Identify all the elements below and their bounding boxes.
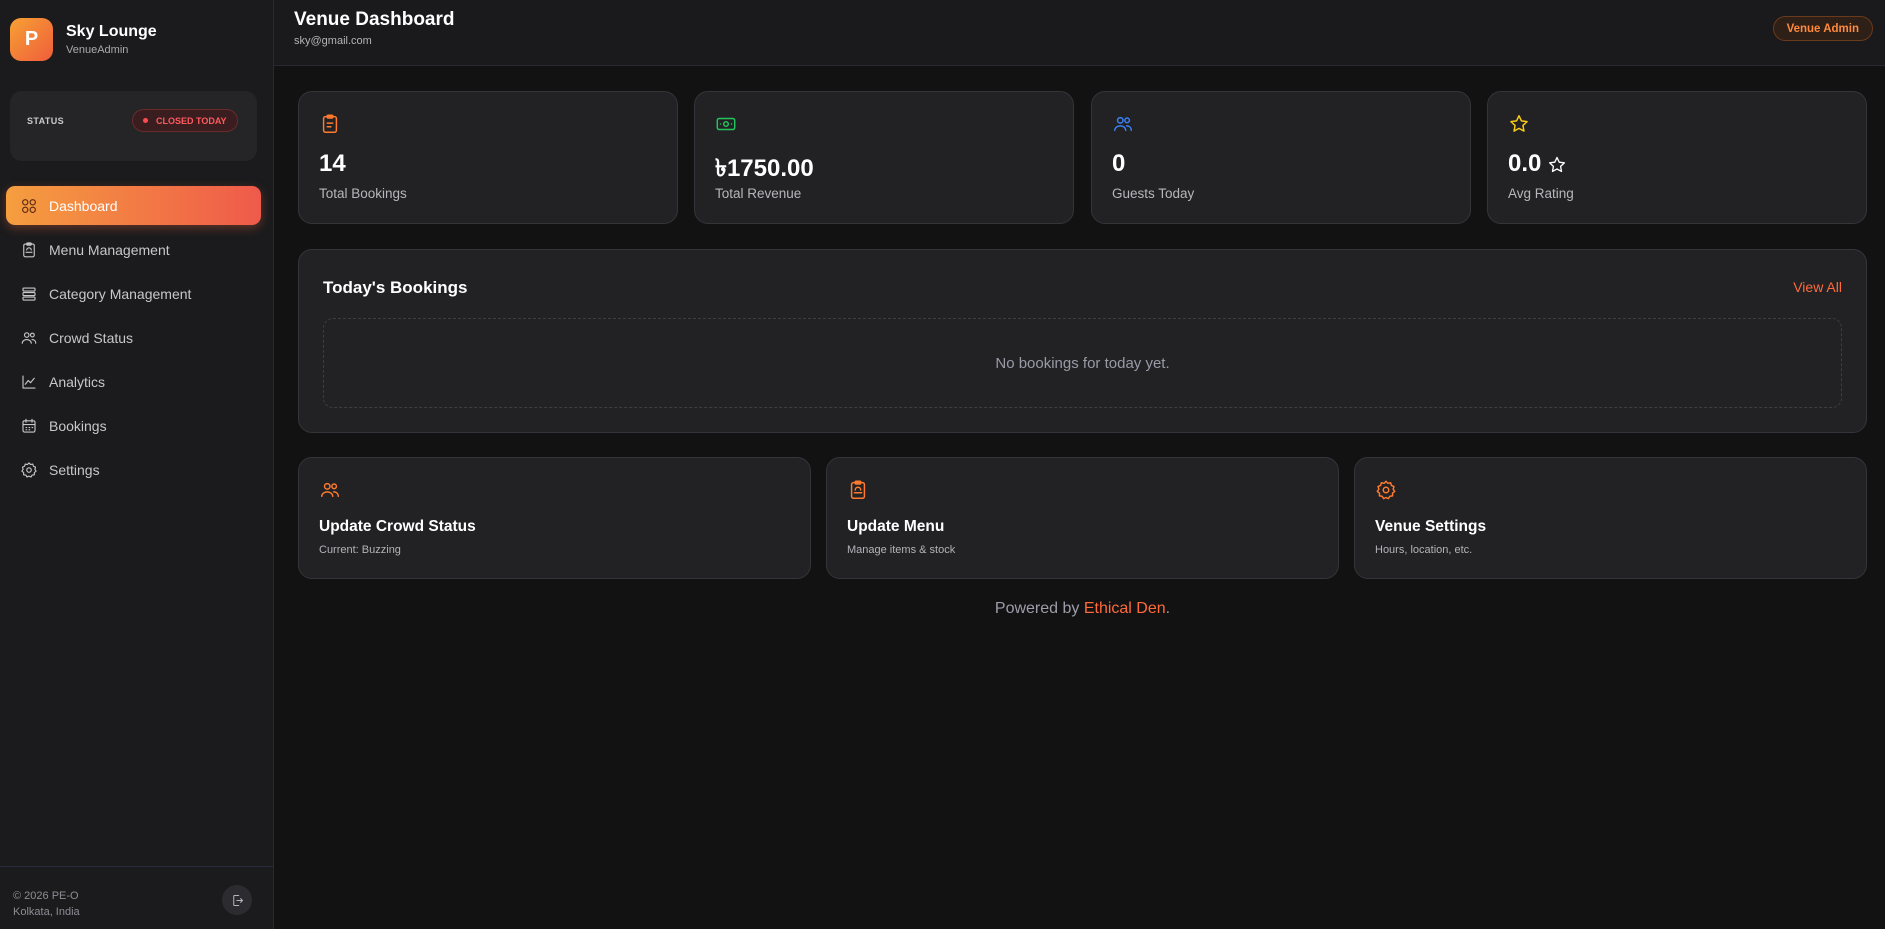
status-badge: CLOSED TODAY — [132, 109, 238, 132]
copyright-text: © 2026 PE-O — [13, 890, 79, 902]
location-text: Kolkata, India — [13, 906, 80, 918]
clipboard-icon — [319, 113, 341, 135]
stat-card-guests-today: 0 Guests Today — [1091, 91, 1471, 224]
status-label: STATUS — [27, 116, 65, 126]
gear-icon — [1375, 479, 1397, 501]
view-all-link[interactable]: View All — [1793, 279, 1842, 295]
top-header: Venue Dashboard sky@gmail.com Venue Admi… — [274, 0, 1885, 66]
sidebar-item-label: Settings — [49, 461, 100, 478]
sidebar-item-label: Menu Management — [49, 241, 170, 258]
stat-value: 14 — [319, 150, 346, 177]
brand-subtitle: VenueAdmin — [66, 43, 129, 56]
action-card-update-menu[interactable]: Update Menu Manage items & stock — [826, 457, 1339, 579]
brand-logo: P — [10, 18, 53, 61]
sidebar: P Sky Lounge VenueAdmin STATUS CLOSED TO… — [0, 0, 274, 929]
stat-card-avg-rating: 0.0 Avg Rating — [1487, 91, 1867, 224]
menu-board-icon — [847, 479, 869, 501]
action-subtitle: Hours, location, etc. — [1375, 544, 1473, 556]
stat-label: Guests Today — [1112, 186, 1195, 201]
powered-by: Powered by Ethical Den. — [994, 600, 1171, 617]
todays-bookings-panel: Today's Bookings View All No bookings fo… — [298, 249, 1867, 433]
stat-label: Avg Rating — [1508, 186, 1574, 201]
chart-line-icon — [19, 372, 39, 392]
calendar-icon — [19, 416, 39, 436]
action-card-venue-settings[interactable]: Venue Settings Hours, location, etc. — [1354, 457, 1867, 579]
action-subtitle: Current: Buzzing — [319, 544, 401, 556]
role-badge: Venue Admin — [1772, 16, 1873, 41]
page-title: Venue Dashboard — [294, 9, 455, 30]
rating-star-icon — [1547, 154, 1567, 174]
sidebar-item-bookings[interactable]: Bookings — [6, 406, 261, 445]
user-email: sky@gmail.com — [294, 35, 372, 47]
status-card: STATUS CLOSED TODAY — [10, 91, 257, 161]
banknote-icon — [715, 113, 737, 135]
sidebar-item-crowd-status[interactable]: Crowd Status — [6, 318, 261, 357]
status-badge-text: CLOSED TODAY — [156, 115, 227, 126]
sidebar-item-menu-management[interactable]: Menu Management — [6, 230, 261, 269]
brand[interactable]: P Sky Lounge VenueAdmin — [10, 18, 157, 61]
users-icon — [19, 328, 39, 348]
stat-label: Total Revenue — [715, 186, 802, 201]
users-icon — [1112, 113, 1134, 135]
brand-name: Sky Lounge — [66, 22, 157, 40]
grid-icon — [19, 196, 39, 216]
stat-value: 0 — [1112, 150, 1126, 177]
sidebar-item-label: Analytics — [49, 373, 106, 390]
action-title: Update Crowd Status — [319, 518, 476, 535]
stat-card-total-bookings: 14 Total Bookings — [298, 91, 678, 224]
users-icon — [319, 479, 341, 501]
section-title: Today's Bookings — [323, 278, 468, 297]
stat-label: Total Bookings — [319, 186, 407, 201]
sidebar-footer: © 2026 PE-O Kolkata, India — [0, 866, 274, 929]
status-dot-icon — [143, 118, 148, 123]
sidebar-item-category-management[interactable]: Category Management — [6, 274, 261, 313]
star-icon — [1508, 113, 1530, 135]
gear-icon — [19, 460, 39, 480]
stat-value: 0.0 — [1508, 150, 1567, 178]
sidebar-item-label: Crowd Status — [49, 329, 134, 346]
layers-icon — [19, 284, 39, 304]
action-subtitle: Manage items & stock — [847, 544, 956, 556]
sidebar-item-settings[interactable]: Settings — [6, 450, 261, 489]
logout-button[interactable] — [222, 885, 252, 915]
logout-icon — [232, 894, 243, 906]
sidebar-item-dashboard[interactable]: Dashboard — [6, 186, 261, 225]
powered-by-link[interactable]: Ethical Den — [1084, 600, 1166, 617]
sidebar-item-analytics[interactable]: Analytics — [6, 362, 261, 401]
clipboard-icon — [19, 240, 39, 260]
stat-value: ৳1750.00 — [715, 155, 814, 182]
sidebar-nav: Dashboard Menu Management Category Manag… — [6, 186, 261, 494]
action-card-update-crowd-status[interactable]: Update Crowd Status Current: Buzzing — [298, 457, 811, 579]
sidebar-item-label: Dashboard — [49, 197, 118, 214]
stat-card-total-revenue: ৳1750.00 Total Revenue — [694, 91, 1074, 224]
sidebar-item-label: Category Management — [49, 285, 192, 302]
action-title: Update Menu — [847, 518, 945, 535]
empty-state: No bookings for today yet. — [323, 318, 1842, 408]
sidebar-item-label: Bookings — [49, 417, 107, 434]
action-title: Venue Settings — [1375, 518, 1487, 535]
